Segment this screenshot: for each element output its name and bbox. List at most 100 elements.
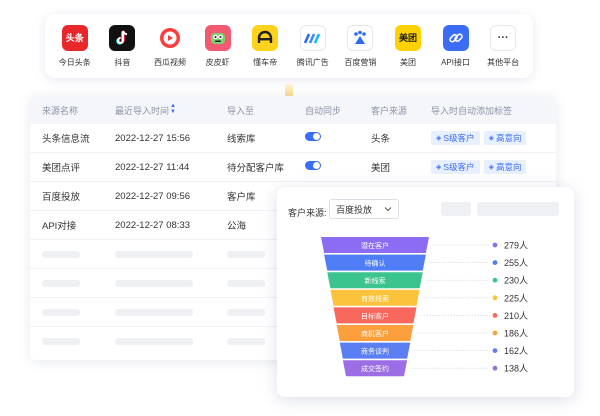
row-import-target: 线索库 bbox=[227, 134, 256, 145]
funnel-stage-label: 新线索 bbox=[365, 276, 386, 285]
platform-baidu[interactable]: 百度营销 bbox=[337, 24, 385, 68]
funnel-stage[interactable]: 潜在客户 279人 bbox=[321, 237, 528, 253]
dongchedi-icon bbox=[252, 24, 279, 51]
funnel-stage[interactable]: 有效线索 225人 bbox=[330, 289, 528, 306]
funnel-stage[interactable]: 成交签约 138人 bbox=[342, 360, 528, 377]
row-tags: ◈ S级客户 ◈ 高意向 bbox=[422, 131, 556, 145]
platform-label: 其他平台 bbox=[487, 57, 520, 67]
platform-douyin[interactable]: 抖音 bbox=[99, 24, 147, 68]
placeholder-bar bbox=[115, 308, 193, 316]
platform-label: API接口 bbox=[441, 57, 470, 67]
placeholder-cell bbox=[102, 338, 214, 345]
platform-label: 今日头条 bbox=[58, 57, 91, 67]
platform-other[interactable]: ··· 其他平台 bbox=[479, 24, 527, 68]
douyin-icon bbox=[109, 24, 136, 51]
funnel-panel: 客户来源: 百度投放 潜在客户 279人 待确认 255人 新线索 230人 有效线索 225… bbox=[277, 187, 574, 397]
platform-label: 抖音 bbox=[114, 57, 131, 67]
table-header: 来源名称 最近导入时间▲ ▼ 导入至 自动同步 客户来源 导入时自动添加标签 bbox=[30, 96, 556, 124]
tag-chip[interactable]: ◈ S级客户 bbox=[431, 160, 480, 174]
funnel-legend-dot bbox=[492, 260, 498, 265]
platform-dongchedi[interactable]: 懂车帝 bbox=[241, 24, 289, 68]
header-auto-tags: 导入时自动添加标签 bbox=[431, 105, 513, 116]
tag-label: 高意向 bbox=[495, 162, 522, 172]
tag-icon: ◈ bbox=[436, 135, 442, 142]
funnel-stage[interactable]: 商机客户 186人 bbox=[336, 325, 528, 341]
placeholder-bar bbox=[42, 338, 80, 345]
funnel-stage-value: 210人 bbox=[504, 311, 528, 321]
row-tags: ◈ S级客户 ◈ 高意向 bbox=[422, 160, 556, 174]
funnel-stage[interactable]: 目标客户 210人 bbox=[333, 307, 529, 324]
tag-label: 高意向 bbox=[495, 133, 522, 143]
tag-icon: ◈ bbox=[436, 164, 442, 171]
header-customer-source: 客户来源 bbox=[371, 105, 408, 116]
platform-xigua[interactable]: 西瓜视频 bbox=[146, 25, 194, 68]
tag-label: S级客户 bbox=[443, 162, 475, 172]
platform-tencent-ads[interactable]: 腾讯广告 bbox=[289, 24, 337, 68]
placeholder-bar bbox=[227, 279, 265, 287]
tag-icon: ◈ bbox=[488, 164, 494, 171]
platform-pipixia[interactable]: 皮皮虾 bbox=[194, 24, 242, 68]
table-row[interactable]: 头条信息流 2022-12-27 15:56 线索库 头条 ◈ S级客户 ◈ 高意向 bbox=[30, 124, 556, 153]
platform-api[interactable]: API接口 bbox=[432, 24, 480, 68]
tencent-ads-icon bbox=[299, 24, 326, 51]
funnel-stage-value: 279人 bbox=[504, 241, 528, 251]
funnel-stage-value: 255人 bbox=[504, 258, 528, 268]
funnel-legend-dot bbox=[492, 348, 498, 353]
platform-label: 腾讯广告 bbox=[296, 57, 329, 67]
placeholder-bar bbox=[227, 338, 265, 345]
funnel-stage-label: 有效线索 bbox=[361, 294, 389, 303]
auto-sync-toggle[interactable] bbox=[305, 161, 321, 170]
placeholder-bar bbox=[42, 279, 80, 287]
funnel-legend-dot bbox=[492, 242, 498, 248]
platform-label: 皮皮虾 bbox=[205, 57, 230, 67]
sort-icon[interactable]: ▲ ▼ bbox=[170, 103, 176, 115]
tag-chip[interactable]: ◈ 高意向 bbox=[483, 131, 527, 145]
auto-sync-toggle[interactable] bbox=[305, 132, 321, 141]
funnel-stage-label: 目标客户 bbox=[361, 311, 389, 320]
placeholder-cell bbox=[30, 279, 102, 287]
table-row[interactable]: 美团点评 2022-12-27 11:44 待分配客户库 美团 ◈ S级客户 ◈ 高… bbox=[30, 153, 556, 182]
row-import-time: 2022-12-27 09:56 bbox=[115, 190, 191, 202]
placeholder-bar bbox=[227, 250, 265, 258]
row-sync-cell bbox=[294, 161, 360, 173]
placeholder-cell bbox=[102, 250, 214, 258]
funnel-legend-dot bbox=[492, 313, 498, 318]
more-dots-icon: ··· bbox=[490, 24, 517, 51]
xigua-video-icon bbox=[157, 25, 183, 51]
funnel-legend-dot bbox=[492, 330, 498, 336]
placeholder-bar bbox=[227, 308, 265, 316]
platform-label: 美团 bbox=[399, 57, 416, 67]
tag-label: S级客户 bbox=[443, 133, 475, 143]
funnel-legend-dot bbox=[492, 365, 498, 371]
baidu-marketing-icon bbox=[347, 24, 374, 51]
platform-label: 懂车帝 bbox=[253, 57, 278, 67]
toutiao-badge: 头条 bbox=[65, 33, 84, 43]
meituan-badge: 美团 bbox=[398, 33, 417, 43]
platform-label: 百度营销 bbox=[344, 57, 377, 67]
funnel-legend-dot bbox=[492, 277, 498, 283]
platform-meituan[interactable]: 美团 美团 bbox=[384, 24, 432, 68]
funnel-stage[interactable]: 待确认 255人 bbox=[324, 254, 528, 271]
placeholder-cell bbox=[102, 308, 214, 316]
more-dots-badge: ··· bbox=[497, 31, 509, 44]
meituan-icon: 美团 bbox=[394, 24, 421, 51]
row-import-target: 待分配客户库 bbox=[227, 163, 285, 174]
funnel-stage-label: 潜在客户 bbox=[361, 241, 389, 250]
row-import-time: 2022-12-27 11:44 bbox=[115, 161, 190, 173]
tag-chip[interactable]: ◈ 高意向 bbox=[483, 160, 527, 174]
funnel-stage-label: 商机客户 bbox=[361, 329, 389, 338]
platform-toutiao[interactable]: 头条 今日头条 bbox=[51, 24, 99, 68]
platform-label: 西瓜视频 bbox=[153, 57, 186, 67]
pipixia-icon bbox=[204, 24, 231, 51]
placeholder-bar bbox=[42, 308, 80, 316]
api-link-icon bbox=[442, 24, 469, 51]
funnel-chart: 潜在客户 279人待确认 255人新线索 230人有效线索 225人目标客户 210人商机… bbox=[321, 237, 529, 377]
funnel-stage-label: 商务谈判 bbox=[361, 347, 389, 356]
row-source-name: 美团点评 bbox=[42, 163, 81, 174]
tag-chip[interactable]: ◈ S级客户 bbox=[431, 131, 480, 145]
header-last-import[interactable]: 最近导入时间▲ ▼ bbox=[102, 103, 214, 117]
row-import-time: 2022-12-27 08:33 bbox=[115, 219, 191, 231]
header-import-to: 导入至 bbox=[227, 105, 255, 116]
funnel-stage[interactable]: 商务谈判 162人 bbox=[339, 342, 528, 359]
funnel-stage[interactable]: 新线索 230人 bbox=[327, 272, 528, 289]
